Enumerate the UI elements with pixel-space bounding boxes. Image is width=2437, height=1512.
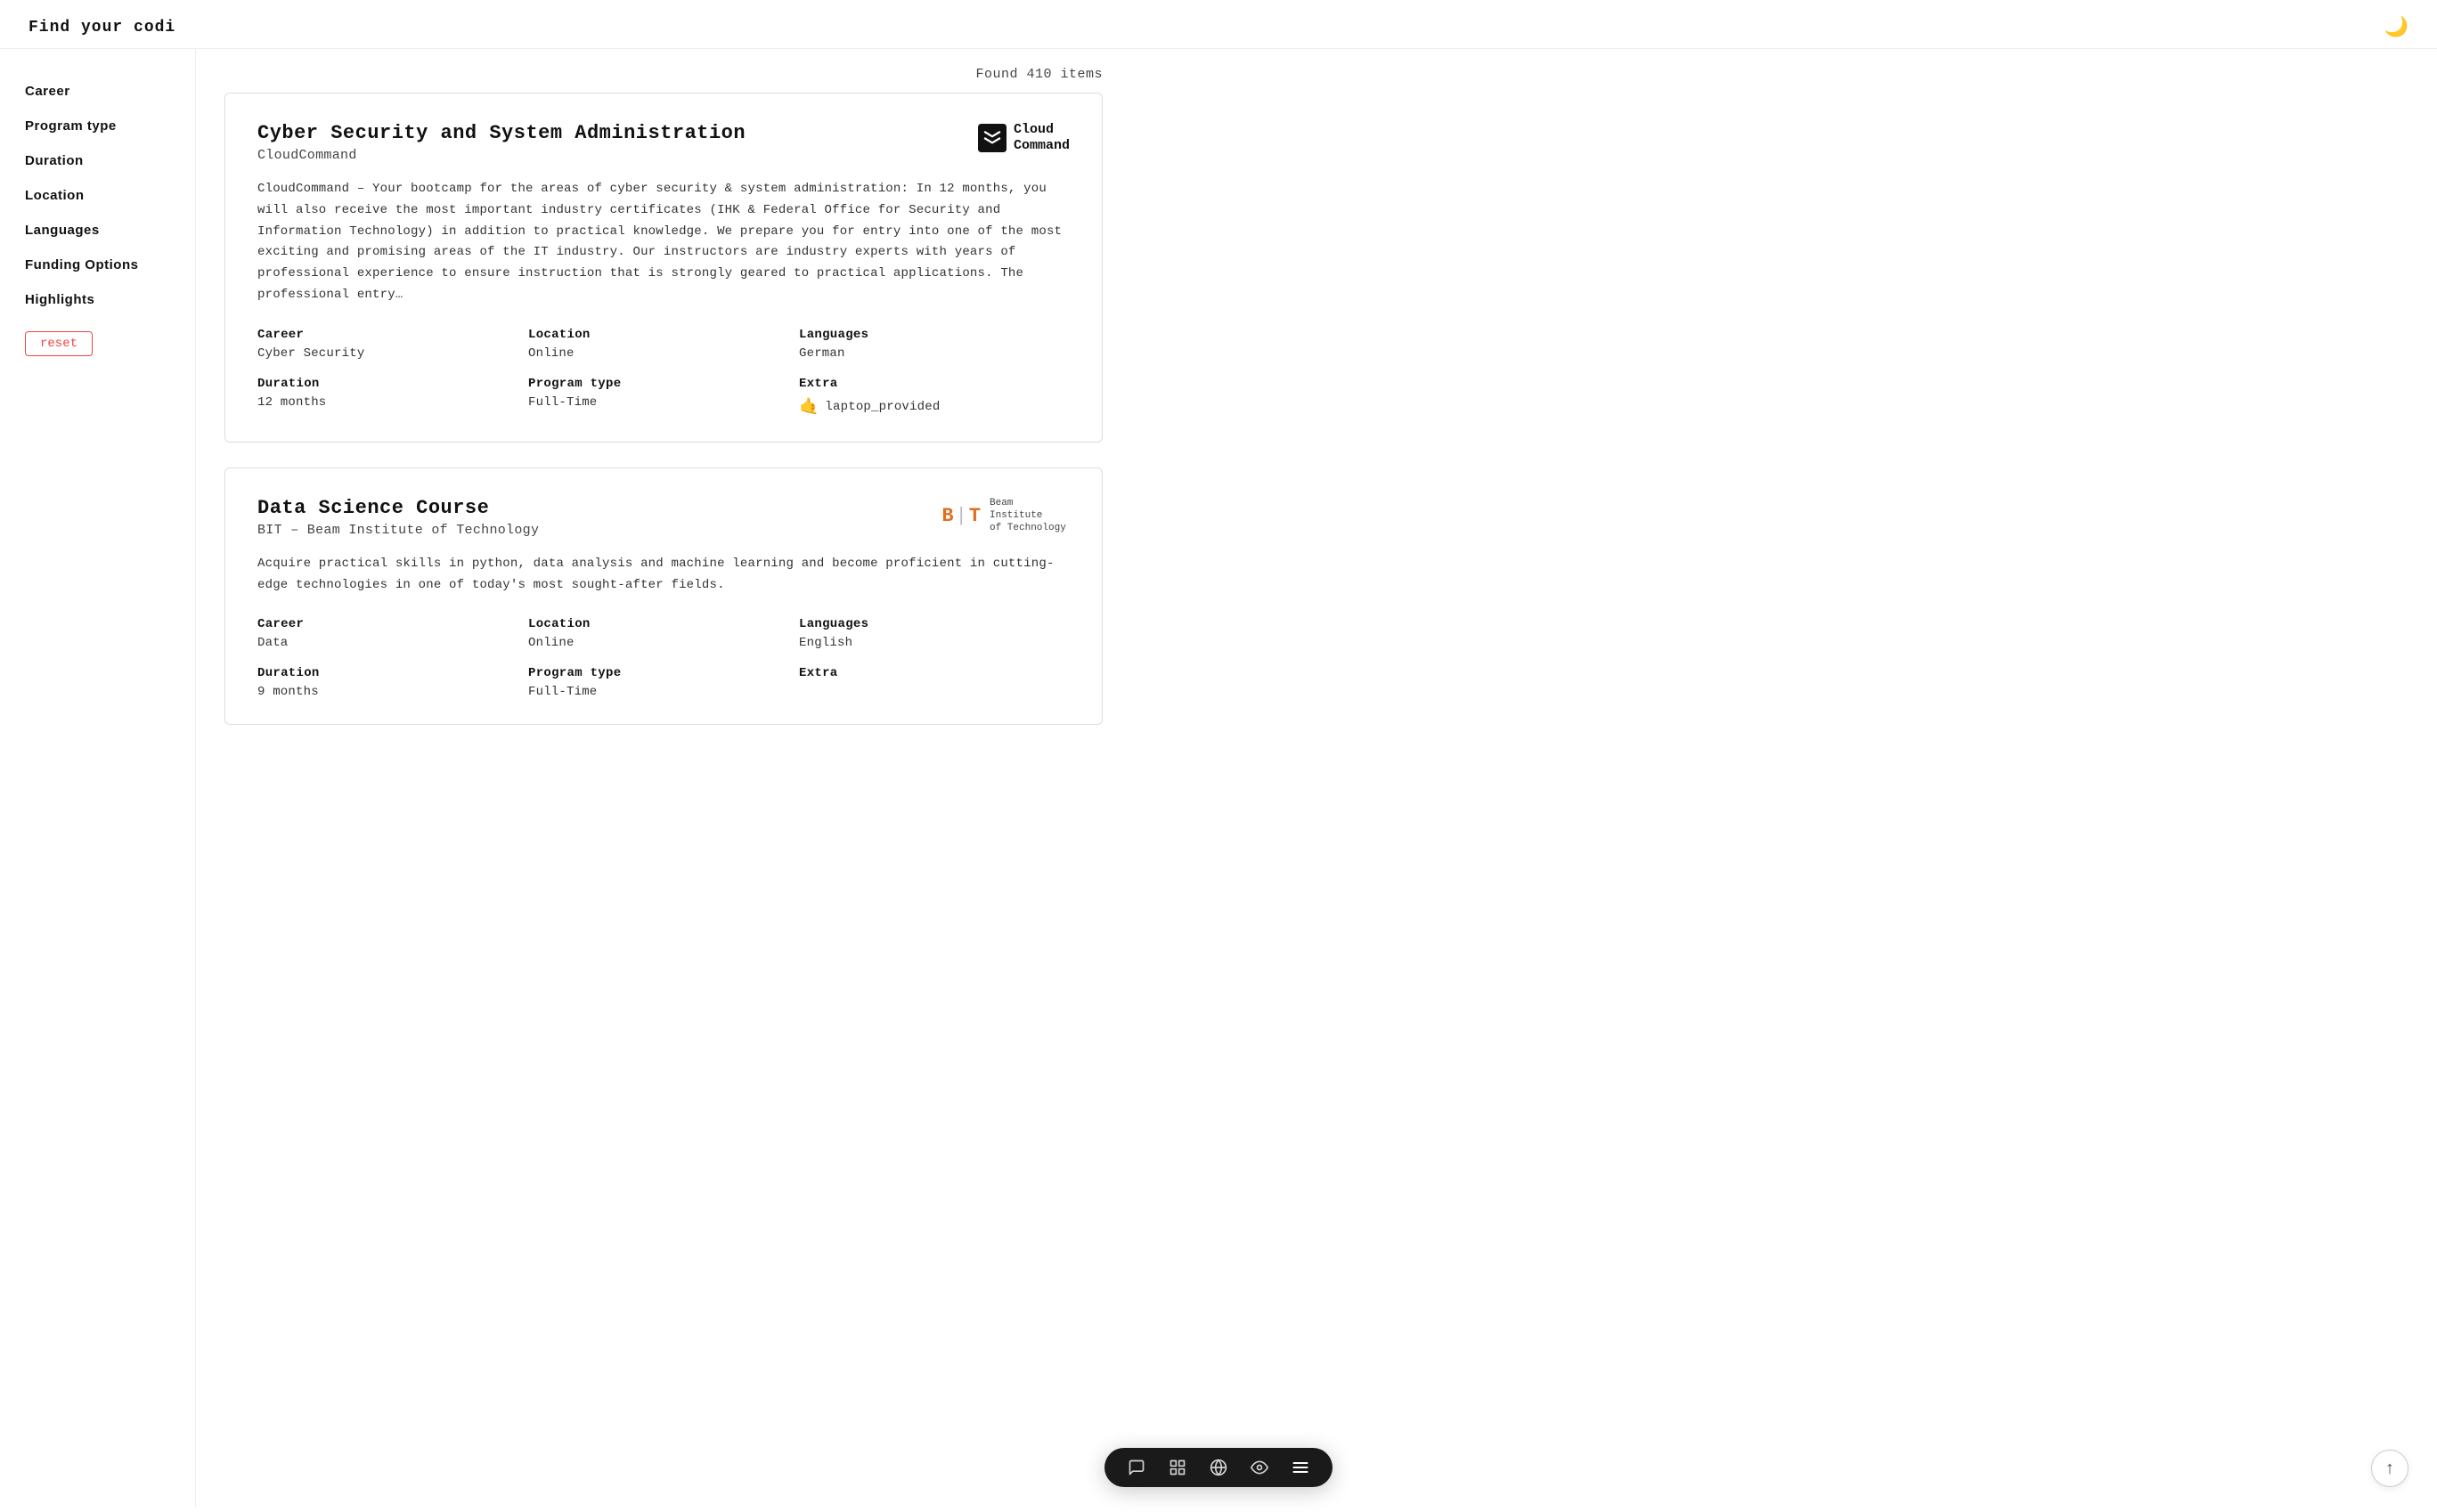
card-title-block-1: Cyber Security and System Administration…: [257, 122, 746, 163]
card-description-2: Acquire practical skills in python, data…: [257, 554, 1070, 597]
location-value-1: Online: [528, 346, 799, 361]
card-cyber-security: Cyber Security and System Administration…: [224, 93, 1103, 443]
card-details-1: Career Cyber Security Location Online La…: [257, 328, 1070, 417]
bit-b-letter: B|T: [941, 505, 982, 527]
languages-value-2: English: [799, 636, 1070, 650]
extra-item-1: 🤙 laptop_provided: [799, 397, 1070, 417]
extra-label-2: Extra: [799, 666, 1070, 680]
sidebar-item-location[interactable]: Location: [25, 178, 170, 213]
detail-career-2: Career Data: [257, 617, 528, 650]
toolbar-chat-button[interactable]: [1124, 1457, 1149, 1478]
detail-location-2: Location Online: [528, 617, 799, 650]
program-type-label-2: Program type: [528, 666, 799, 680]
toolbar-globe-button[interactable]: [1206, 1457, 1231, 1478]
location-label-2: Location: [528, 617, 799, 631]
career-label-2: Career: [257, 617, 528, 631]
sidebar: Career Program type Duration Location La…: [0, 49, 196, 1508]
cloudcommand-logo: CloudCommand: [927, 122, 1070, 154]
detail-duration-1: Duration 12 months: [257, 377, 528, 417]
card-subtitle-2: BIT – Beam Institute of Technology: [257, 523, 539, 538]
career-value-2: Data: [257, 636, 528, 650]
laptop-provided-icon: 🤙: [799, 397, 819, 417]
toolbar-list-button[interactable]: [1288, 1457, 1313, 1478]
bottom-toolbar: [1104, 1448, 1333, 1487]
program-type-label-1: Program type: [528, 377, 799, 391]
languages-value-1: German: [799, 346, 1070, 361]
detail-duration-2: Duration 9 months: [257, 666, 528, 699]
reset-button[interactable]: reset: [25, 331, 93, 356]
location-label-1: Location: [528, 328, 799, 342]
detail-languages-2: Languages English: [799, 617, 1070, 650]
found-count: Found 410 items: [224, 49, 1103, 93]
detail-location-1: Location Online: [528, 328, 799, 361]
sidebar-item-languages[interactable]: Languages: [25, 213, 170, 248]
detail-extra-2: Extra: [799, 666, 1070, 699]
card-subtitle-1: CloudCommand: [257, 148, 746, 163]
bit-logo-text: B|T: [941, 505, 982, 527]
location-value-2: Online: [528, 636, 799, 650]
detail-languages-1: Languages German: [799, 328, 1070, 361]
content-area: Found 410 items Cyber Security and Syste…: [196, 49, 1131, 1508]
cloudcommand-text: CloudCommand: [1014, 122, 1070, 154]
card-title-block-2: Data Science Course BIT – Beam Institute…: [257, 497, 539, 538]
sidebar-item-highlights[interactable]: Highlights: [25, 282, 170, 317]
moon-icon[interactable]: 🌙: [2384, 16, 2408, 39]
detail-program-type-1: Program type Full-Time: [528, 377, 799, 417]
duration-value-1: 12 months: [257, 395, 528, 410]
cloudcommand-logo-icon: [978, 124, 1007, 152]
card-details-2: Career Data Location Online Languages En…: [257, 617, 1070, 699]
bit-institute-text: Beam Instituteof Technology: [990, 497, 1070, 535]
scroll-top-icon: ↑: [2385, 1459, 2394, 1479]
sidebar-item-funding-options[interactable]: Funding Options: [25, 248, 170, 282]
toolbar-edit-button[interactable]: [1165, 1457, 1190, 1478]
career-value-1: Cyber Security: [257, 346, 528, 361]
detail-extra-1: Extra 🤙 laptop_provided: [799, 377, 1070, 417]
detail-career-1: Career Cyber Security: [257, 328, 528, 361]
extra-value-1: laptop_provided: [825, 400, 940, 414]
program-type-value-2: Full-Time: [528, 685, 799, 699]
top-bar: Find your codi 🌙: [0, 0, 2437, 49]
duration-label-2: Duration: [257, 666, 528, 680]
languages-label-1: Languages: [799, 328, 1070, 342]
languages-label-2: Languages: [799, 617, 1070, 631]
scroll-top-button[interactable]: ↑: [2371, 1450, 2408, 1487]
career-label-1: Career: [257, 328, 528, 342]
duration-label-1: Duration: [257, 377, 528, 391]
detail-program-type-2: Program type Full-Time: [528, 666, 799, 699]
toolbar-eye-button[interactable]: [1247, 1457, 1272, 1478]
sidebar-item-career[interactable]: Career: [25, 74, 170, 109]
card-header-1: Cyber Security and System Administration…: [257, 122, 1070, 163]
card-data-science: Data Science Course BIT – Beam Institute…: [224, 467, 1103, 726]
site-title: Find your codi: [29, 19, 175, 37]
card-title-2: Data Science Course: [257, 497, 539, 519]
bit-logo: B|T Beam Instituteof Technology: [927, 497, 1070, 535]
main-layout: Career Program type Duration Location La…: [0, 49, 2437, 1508]
card-description-1: CloudCommand – Your bootcamp for the are…: [257, 179, 1070, 306]
duration-value-2: 9 months: [257, 685, 528, 699]
card-header-2: Data Science Course BIT – Beam Institute…: [257, 497, 1070, 538]
sidebar-item-program-type[interactable]: Program type: [25, 109, 170, 143]
sidebar-item-duration[interactable]: Duration: [25, 143, 170, 178]
extra-label-1: Extra: [799, 377, 1070, 391]
card-title-1: Cyber Security and System Administration: [257, 122, 746, 144]
program-type-value-1: Full-Time: [528, 395, 799, 410]
